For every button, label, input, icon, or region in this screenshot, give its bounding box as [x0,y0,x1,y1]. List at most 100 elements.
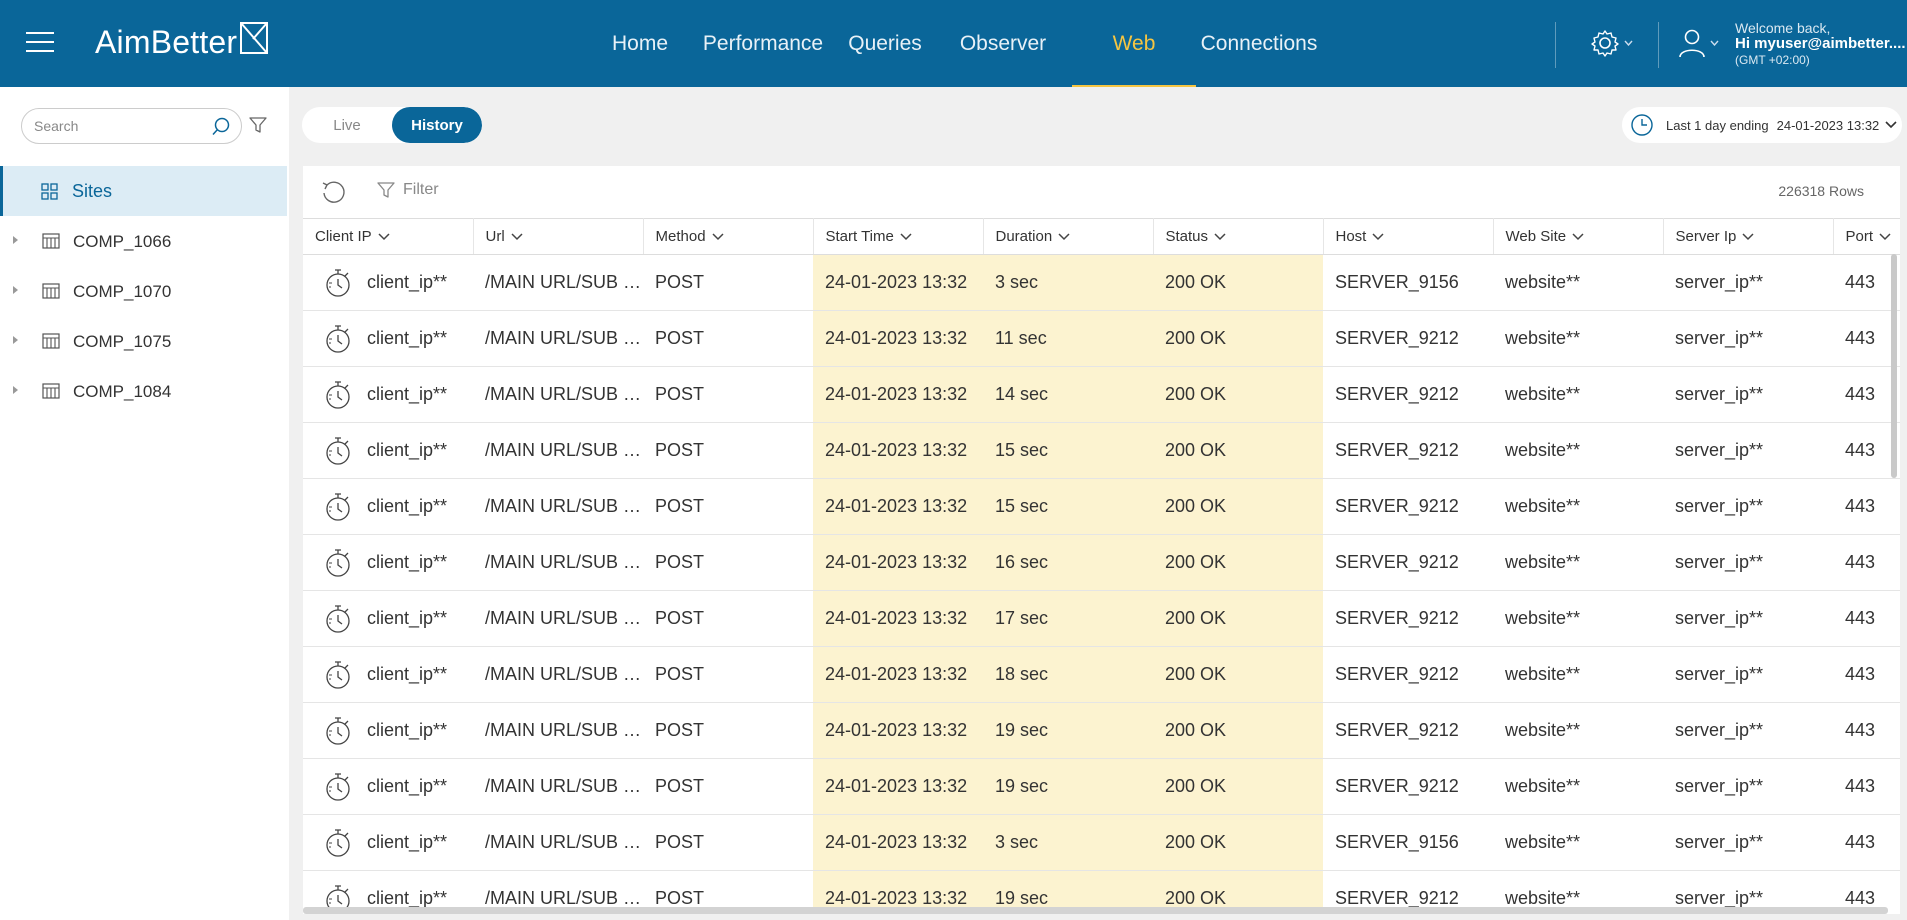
client-ip-text: client_ip** [367,664,448,684]
stopwatch-icon[interactable] [323,267,353,299]
chevron-down-icon [1885,121,1897,129]
stopwatch-icon[interactable] [323,323,353,355]
search-icon[interactable] [211,117,231,142]
clock-icon [1631,114,1653,136]
hamburger-menu-icon[interactable] [26,30,54,54]
table-cell: SERVER_9212 [1323,478,1493,535]
table-row[interactable]: client_ip** /MAIN URL/SUB URL POST 24-01-20… [303,254,1900,311]
table-cell: 24-01-2023 13:32 [813,590,983,647]
nav-label: Observer [959,31,1047,55]
expand-caret-icon[interactable] [13,236,18,244]
client-ip-text: client_ip** [367,552,448,572]
nav-web[interactable]: Web [1072,0,1196,87]
tree-item-label: COMP_1075 [73,332,172,351]
history-toggle-button[interactable]: History [392,107,482,143]
tree-item-company[interactable]: COMP_1066 [0,216,287,266]
tree-item-sites[interactable]: Sites [0,166,287,216]
welcome-block: Welcome back, Hi myuser@aimbetter.... (G… [1735,20,1906,68]
table-row[interactable]: client_ip** /MAIN URL/SUB URL POST 24-01-20… [303,590,1900,647]
column-header[interactable]: Host [1323,218,1494,255]
stopwatch-icon[interactable] [323,603,353,635]
table-toolbar: Filter 226318 Rows [303,166,1900,218]
nav-performance[interactable]: Performance [690,0,836,87]
expand-caret-icon[interactable] [13,386,18,394]
table-cell: POST [643,814,813,871]
stopwatch-icon[interactable] [323,435,353,467]
table-cell: 443 [1833,590,1900,647]
stopwatch-icon[interactable] [323,827,353,859]
table-cell: 200 OK [1153,478,1323,535]
column-header[interactable]: Web Site [1493,218,1664,255]
table-cell: website** [1493,254,1663,311]
table-row[interactable]: client_ip** /MAIN URL/SUB URL POST 24-01-20… [303,534,1900,591]
stopwatch-icon[interactable] [323,771,353,803]
search-input[interactable] [34,118,204,134]
column-header[interactable]: Client IP [303,218,474,255]
table-row[interactable]: client_ip** /MAIN URL/SUB URL POST 24-01-20… [303,366,1900,423]
tree-item-company[interactable]: COMP_1075 [0,316,287,366]
nav-connections[interactable]: Connections [1196,0,1322,87]
nav-observer[interactable]: Observer [934,0,1072,87]
table-cell: 24-01-2023 13:32 [813,366,983,423]
tree-item-company[interactable]: COMP_1084 [0,366,287,416]
table-row[interactable]: client_ip** /MAIN URL/SUB URL POST 24-01-20… [303,814,1900,871]
expand-caret-icon[interactable] [13,286,18,294]
vertical-scrollbar[interactable] [1891,254,1897,478]
table-cell: 200 OK [1153,646,1323,703]
column-header[interactable]: Server Ip [1663,218,1834,255]
nav-label: Home [611,31,669,55]
user-menu[interactable] [1678,28,1719,58]
nav-queries[interactable]: Queries [836,0,934,87]
table-cell: POST [643,366,813,423]
stopwatch-icon[interactable] [323,491,353,523]
column-header-label: Host [1335,228,1367,245]
table-row[interactable]: client_ip** /MAIN URL/SUB URL POST 24-01-20… [303,478,1900,535]
table-cell: client_ip** [303,254,473,311]
tree-item-company[interactable]: COMP_1070 [0,266,287,316]
table-cell: POST [643,590,813,647]
timezone-text: (GMT +02:00) [1735,53,1810,67]
table-cell: 19 sec [983,758,1153,815]
date-range-picker[interactable]: Last 1 day ending 24-01-2023 13:32 [1622,107,1902,143]
stopwatch-icon[interactable] [323,715,353,747]
expand-caret-icon[interactable] [13,336,18,344]
table-cell: POST [643,758,813,815]
column-header[interactable]: Port [1833,218,1900,255]
chevron-down-icon [1058,233,1070,241]
column-header-label: Client IP [315,228,372,245]
column-header[interactable]: Start Time [813,218,984,255]
nav-home[interactable]: Home [590,0,690,87]
table-cell: 200 OK [1153,422,1323,479]
table-row[interactable]: client_ip** /MAIN URL/SUB URL POST 24-01-20… [303,702,1900,759]
table-row[interactable]: client_ip** /MAIN URL/SUB URL POST 24-01-20… [303,310,1900,367]
column-header[interactable]: Status [1153,218,1324,255]
settings-menu[interactable] [1590,28,1633,58]
table-row[interactable]: client_ip** /MAIN URL/SUB URL POST 24-01-20… [303,758,1900,815]
column-header[interactable]: Url [473,218,644,255]
gear-icon [1591,30,1619,57]
table-cell: client_ip** [303,422,473,479]
table-cell: SERVER_9156 [1323,254,1493,311]
stopwatch-icon[interactable] [323,547,353,579]
stopwatch-icon[interactable] [323,659,353,691]
column-header-label: Method [655,228,706,245]
table-row[interactable]: client_ip** /MAIN URL/SUB URL POST 24-01-20… [303,646,1900,703]
stopwatch-icon[interactable] [323,379,353,411]
horizontal-scrollbar[interactable] [303,907,1888,914]
refresh-icon[interactable] [320,179,348,212]
column-header[interactable]: Duration [983,218,1154,255]
client-ip-text: client_ip** [367,776,448,796]
table-cell: POST [643,422,813,479]
table-cell: /MAIN URL/SUB URL [473,254,643,311]
table-cell: POST [643,478,813,535]
filter-button[interactable]: Filter [377,181,439,199]
aimbetter-logo[interactable]: AimBetter [95,22,269,62]
nav-label: Performance [702,31,824,55]
table-cell: POST [643,646,813,703]
table-cell: 200 OK [1153,814,1323,871]
table-row[interactable]: client_ip** /MAIN URL/SUB URL POST 24-01-20… [303,422,1900,479]
live-toggle-button[interactable]: Live [302,107,392,143]
table-cell: 443 [1833,646,1900,703]
filter-icon[interactable] [249,116,267,139]
column-header[interactable]: Method [643,218,814,255]
